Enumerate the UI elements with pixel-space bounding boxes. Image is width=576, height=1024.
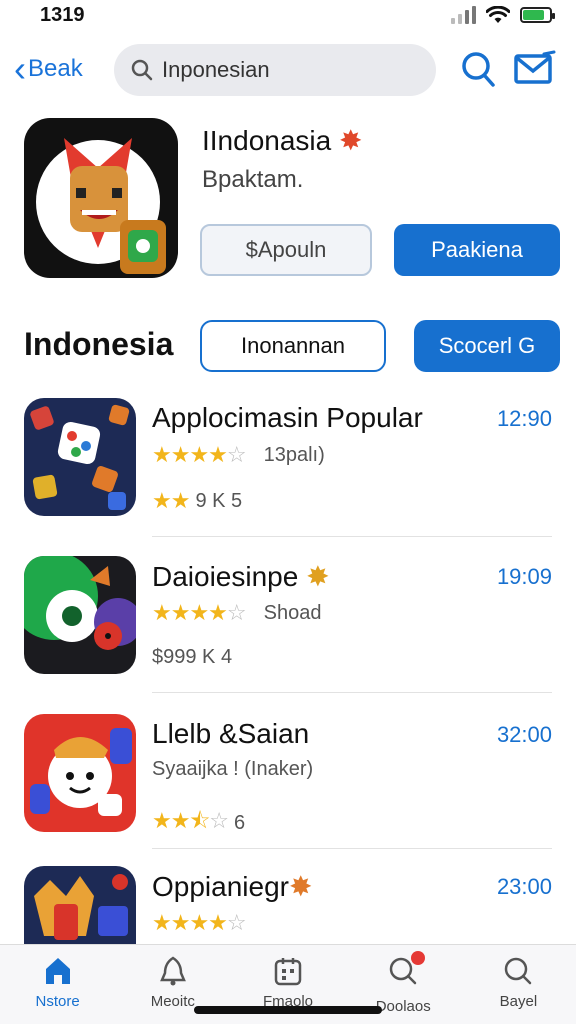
app-time: 12:90 (496, 406, 552, 431)
featured-app-title: IIndonasia ✸ (202, 125, 363, 156)
status-icons (451, 6, 555, 24)
search-input[interactable] (162, 57, 422, 83)
section-outline-button[interactable]: Inonannan (200, 320, 386, 372)
app-meta-text: Shoad (263, 601, 322, 624)
emoji-badge-icon: ✸ (339, 125, 363, 156)
back-label: Beak (28, 55, 83, 82)
wifi-icon (486, 6, 510, 23)
search-icon (505, 957, 532, 985)
section-title: Indonesia (24, 326, 174, 362)
app-name: Oppianiegr✸ (152, 871, 313, 902)
battery-icon (520, 7, 555, 23)
tab-label: Nstore (35, 993, 80, 1010)
tab-label: Doolaos (375, 998, 431, 1015)
app-time: 23:00 (496, 874, 552, 899)
featured-primary-button[interactable]: Paakiena (394, 224, 560, 276)
search-icon (131, 59, 153, 81)
app-meta-row: ★★★★☆ (152, 910, 247, 936)
mail-icon[interactable] (514, 50, 556, 86)
app-icon-dice-game (24, 398, 136, 516)
emoji-badge-icon: ✸ (306, 561, 330, 592)
mascot-icon (36, 138, 166, 274)
app-meta-text: 13palı) (263, 443, 325, 466)
app-meta-text: Syaaijka ! (Inaker) (152, 758, 314, 780)
featured-app-subtitle: Bpaktam. (202, 166, 304, 193)
section-primary-button[interactable]: Scocerl G (414, 320, 560, 372)
featured-secondary-button[interactable]: $Apouln (200, 224, 372, 276)
bell-icon (159, 956, 186, 986)
signal-icon (451, 6, 476, 24)
star-rating: ★★ (152, 488, 190, 513)
divider (152, 692, 552, 693)
star-rating: ★★⯪☆ (152, 808, 229, 833)
search-bar[interactable] (114, 44, 436, 96)
search-icon[interactable] (460, 50, 496, 88)
app-list-item[interactable]: Applocimasin Popular 12:90 ★★★★☆ 13palı)… (0, 398, 576, 548)
app-stats-text: 6 (234, 811, 246, 834)
home-icon (45, 958, 70, 984)
status-bar: 1319 (0, 0, 576, 36)
app-list-item[interactable]: Daioiesinpe ✸ 19:09 ★★★★☆ Shoad $999 K 4 (0, 556, 576, 706)
divider (152, 848, 552, 849)
app-stats-row: ★★ 9 K 5 (152, 488, 242, 514)
calendar-icon (274, 958, 302, 986)
search-badge-icon (387, 951, 426, 992)
app-time: 19:09 (496, 564, 552, 589)
section-header: Indonesia Inonannan Scocerl G (0, 318, 576, 374)
app-meta-row: ★★★★☆ Shoad (152, 600, 321, 626)
app-name: Daioiesinpe ✸ (152, 561, 330, 592)
star-rating: ★★★★☆ (152, 442, 247, 467)
chevron-left-icon: ‹ (14, 48, 26, 89)
app-stats-text: 9 K 5 (195, 489, 243, 512)
emoji-badge-icon: ✸ (288, 871, 313, 902)
tab-store[interactable]: Nstore (0, 945, 115, 1024)
app-time: 32:00 (496, 722, 552, 747)
app-meta-row: ★★★★☆ 13palı) (152, 442, 325, 468)
divider (152, 536, 552, 537)
star-rating: ★★★★☆ (152, 910, 247, 935)
app-stats-row: ★★⯪☆ 6 (152, 804, 245, 842)
featured-app: IIndonasia ✸ Bpaktam. $Apouln Paakiena (0, 118, 576, 286)
app-meta-row: Syaaijka ! (Inaker) (152, 758, 313, 781)
featured-app-icon[interactable] (24, 118, 178, 278)
app-stats-text: $999 K 4 (152, 646, 233, 668)
app-icon-chat-game (24, 556, 136, 674)
tab-label: Meoitc (150, 993, 195, 1010)
tab-label: Bayel (499, 993, 538, 1010)
app-name: Applocimasin Popular (152, 402, 423, 433)
app-name: Llelb &Saian (152, 718, 310, 749)
app-stats-row: $999 K 4 (152, 646, 232, 669)
back-button[interactable]: ‹ Beak (14, 48, 83, 89)
tab-search[interactable]: Bayel (461, 945, 576, 1024)
notification-badge (411, 951, 426, 965)
status-time: 1319 (40, 4, 85, 26)
app-icon-mascot-game (24, 714, 136, 832)
home-indicator[interactable] (194, 1006, 382, 1014)
star-rating: ★★★★☆ (152, 600, 247, 625)
navigation-bar: ‹ Beak (0, 40, 576, 102)
app-list-item[interactable]: Llelb &Saian 32:00 Syaaijka ! (Inaker) ★… (0, 714, 576, 864)
